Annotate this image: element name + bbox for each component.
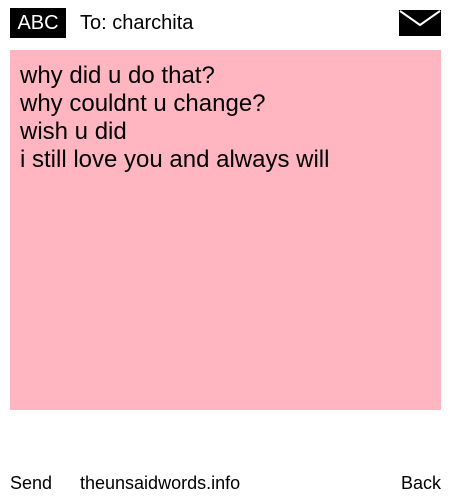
- site-link[interactable]: theunsaidwords.info: [80, 470, 240, 496]
- input-mode-badge: ABC: [10, 8, 66, 38]
- message-line: wish u did: [20, 118, 127, 145]
- message-line: why couldnt u change?: [20, 90, 266, 117]
- envelope-icon: [399, 10, 441, 36]
- message-body: why did u do that? why couldnt u change?…: [10, 50, 441, 410]
- send-button[interactable]: Send: [10, 470, 52, 496]
- message-line: why did u do that?: [20, 62, 215, 89]
- message-header: ABC To: charchita: [0, 0, 450, 46]
- back-button[interactable]: Back: [401, 470, 441, 496]
- message-line: i still love you and always will: [20, 146, 330, 173]
- softkey-bar: Send theunsaidwords.info Back: [0, 470, 450, 496]
- recipient-line: To: charchita: [80, 12, 194, 34]
